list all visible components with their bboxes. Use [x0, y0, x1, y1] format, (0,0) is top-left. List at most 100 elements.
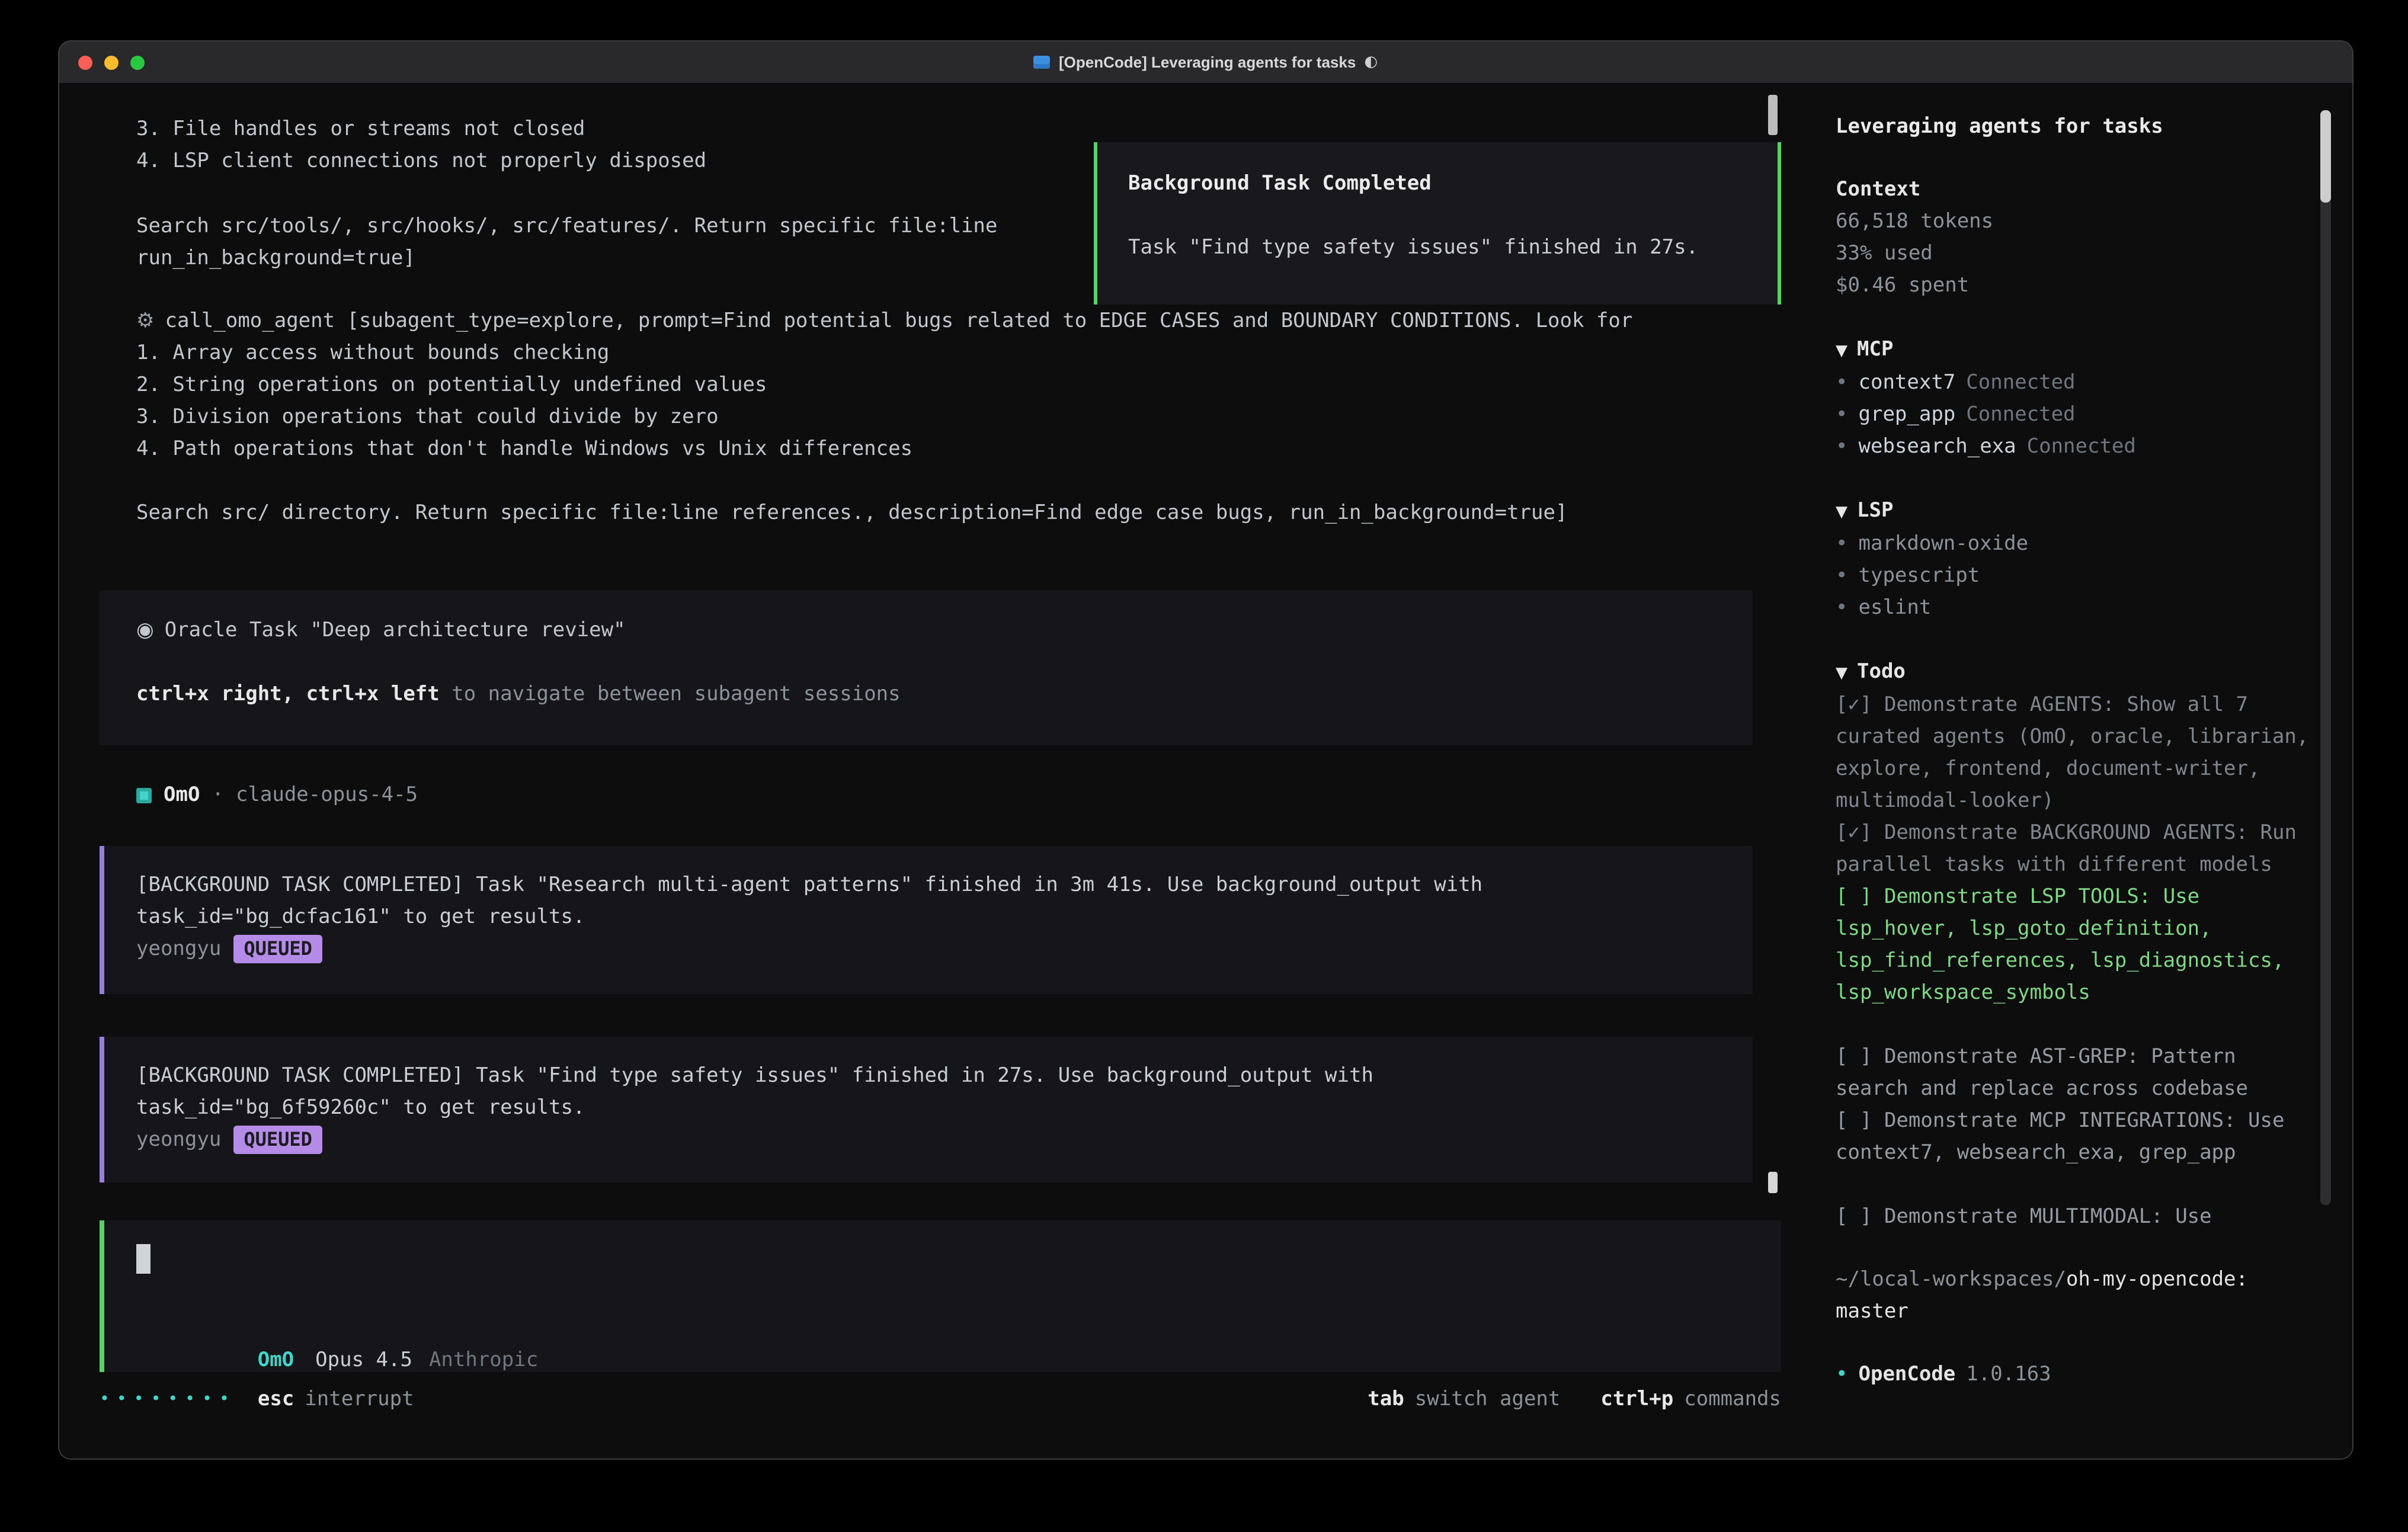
- esc-hint: esc interrupt: [258, 1384, 414, 1416]
- message-line: [BACKGROUND TASK COMPLETED] Task "Resear…: [136, 870, 1753, 902]
- transcript-line: run_in_background=true]: [136, 243, 997, 275]
- todo-item: [✓] Demonstrate AGENTS: Show all 7 curat…: [1836, 690, 2310, 818]
- todo-checkbox: [✓]: [1836, 821, 1872, 845]
- message-line: task_id="bg_dcfac161" to get results.: [136, 902, 1753, 934]
- tool-call-item: 4. Path operations that don't handle Win…: [136, 434, 1632, 466]
- bullet-icon: •: [1836, 564, 1848, 588]
- todo-item: [ ] Demonstrate LSP TOOLS: Use lsp_hover…: [1836, 882, 2310, 1009]
- mcp-name: grep_app: [1859, 403, 1956, 427]
- todo-checkbox: [ ]: [1836, 1109, 1872, 1133]
- oracle-task-title: ◉Oracle Task "Deep architecture review": [136, 615, 1753, 647]
- todo-text: Demonstrate MULTIMODAL: Use: [1884, 1205, 2212, 1229]
- esc-key: esc: [258, 1387, 294, 1411]
- text-cursor: [136, 1244, 150, 1274]
- background-task-toast: Background Task Completed Task "Find typ…: [1094, 142, 1781, 305]
- chevron-down-icon: ▼: [1836, 342, 1847, 360]
- agent-header: OmO · claude-opus-4-5: [136, 780, 418, 812]
- sidebar-scrollbar-track[interactable]: [2320, 110, 2331, 1205]
- sidebar-scrollbar-thumb[interactable]: [2320, 110, 2331, 203]
- lsp-section-header[interactable]: ▼LSP: [1836, 495, 2310, 528]
- sidebar: Leveraging agents for tasks Context 66,5…: [1812, 85, 2352, 1459]
- agent-model: claude-opus-4-5: [236, 780, 418, 812]
- tool-call-item: 2. String operations on potentially unde…: [136, 370, 1632, 402]
- window-app-icon: [1034, 56, 1051, 69]
- chevron-down-icon: ▼: [1836, 665, 1847, 682]
- lsp-name: eslint: [1859, 596, 1932, 620]
- lsp-item: • markdown-oxide: [1836, 528, 2310, 560]
- status-bar: •••••••• escinterrupt tabswitch agent ct…: [100, 1384, 1781, 1416]
- input-model: Opus 4.5: [315, 1348, 412, 1372]
- commands-hint: ctrl+p commands: [1600, 1384, 1781, 1416]
- bullet-icon: •: [1836, 596, 1848, 620]
- context-header: Context: [1836, 174, 2310, 206]
- toast-title: Background Task Completed: [1128, 168, 1747, 200]
- lsp-item: • eslint: [1836, 592, 2310, 624]
- mcp-name: websearch_exa: [1859, 435, 2016, 459]
- transcript-block-pre: 3. File handles or streams not closed 4.…: [136, 114, 706, 178]
- mcp-item: •context7Connected: [1836, 367, 2310, 399]
- mcp-name: context7: [1859, 371, 1956, 395]
- workspace-dir: ~/local-workspaces/: [1836, 1268, 2066, 1291]
- bullet-icon: •: [1836, 1363, 1848, 1386]
- main-scrollbar-thumb[interactable]: [1768, 95, 1778, 135]
- tab-label: switch agent: [1415, 1387, 1561, 1411]
- mcp-status: Connected: [2027, 435, 2136, 459]
- context-spent: $0.46 spent: [1836, 270, 2310, 302]
- app-version-footer: •OpenCode1.0.163: [1836, 1359, 2310, 1391]
- transcript-line: 4. LSP client connections not properly d…: [136, 146, 706, 178]
- agent-name: OmO: [164, 780, 200, 812]
- todo-text: Demonstrate AGENTS: Show all 7 curated a…: [1836, 693, 2308, 813]
- hint-keys: ctrl+x right, ctrl+x left: [136, 682, 440, 706]
- bullet-icon: •: [1836, 435, 1848, 459]
- bullet-icon: •: [1836, 371, 1848, 395]
- terminal-body: 3. File handles or streams not closed 4.…: [59, 85, 2352, 1459]
- message-line: task_id="bg_6f59260c" to get results.: [136, 1092, 1753, 1124]
- main-scrollbar-thumb-bottom[interactable]: [1768, 1172, 1778, 1193]
- bullet-icon: •: [1836, 532, 1848, 556]
- screen: [OpenCode] Leveraging agents for tasks ◐…: [0, 0, 2408, 1532]
- gear-icon: ⚙: [136, 309, 155, 333]
- message-card: [BACKGROUND TASK COMPLETED] Task "Resear…: [100, 846, 1753, 994]
- transcript-block-search: Search src/tools/, src/hooks/, src/featu…: [136, 211, 997, 275]
- fisheye-icon: ◉: [136, 618, 154, 642]
- message-user: yeongyu: [136, 937, 221, 961]
- todo-checkbox: [ ]: [1836, 1045, 1872, 1069]
- todo-item: [ ] Demonstrate AST-GREP: Pattern search…: [1836, 1041, 2310, 1105]
- dark-mode-icon: ◐: [1364, 53, 1378, 71]
- esc-label: interrupt: [305, 1387, 414, 1411]
- todo-checkbox: [ ]: [1836, 1205, 1872, 1229]
- toast-body: Task "Find type safety issues" finished …: [1128, 232, 1747, 264]
- tool-call-tail: Search src/ directory. Return specific f…: [136, 498, 1567, 530]
- status-right: tabswitch agent ctrl+pcommands: [1368, 1384, 1781, 1416]
- lsp-header-label: LSP: [1857, 499, 1893, 523]
- todo-text: Demonstrate LSP TOOLS: Use lsp_hover, ls…: [1836, 885, 2284, 1005]
- transcript-line: Search src/tools/, src/hooks/, src/featu…: [136, 211, 997, 243]
- ctrl-p-key: ctrl+p: [1600, 1387, 1673, 1411]
- close-window-button[interactable]: [78, 56, 92, 70]
- mcp-header-label: MCP: [1857, 338, 1893, 361]
- context-tokens: 66,518 tokens: [1836, 206, 2310, 238]
- mcp-item: • websearch_exa Connected: [1836, 431, 2310, 463]
- workspace-path: ~/local-workspaces/oh-my-opencode: maste…: [1836, 1264, 2310, 1328]
- commands-label: commands: [1684, 1387, 1781, 1411]
- mcp-section-header[interactable]: ▼ MCP: [1836, 334, 2310, 367]
- todo-text: Demonstrate MCP INTEGRATIONS: Use contex…: [1836, 1109, 2284, 1165]
- zoom-window-button[interactable]: [130, 56, 145, 70]
- oracle-task-panel: ◉Oracle Task "Deep architecture review" …: [100, 590, 1753, 745]
- status-badge: QUEUED: [233, 1126, 323, 1154]
- tool-call-item: 1. Array access without bounds checking: [136, 338, 1632, 370]
- prompt-input[interactable]: OmOOpus 4.5Anthropic: [100, 1220, 1781, 1372]
- terminal-window: [OpenCode] Leveraging agents for tasks ◐…: [59, 41, 2352, 1459]
- message-line: [BACKGROUND TASK COMPLETED] Task "Find t…: [136, 1060, 1753, 1092]
- oracle-hint: ctrl+x right, ctrl+x left to navigate be…: [136, 679, 1753, 711]
- bullet-icon: •: [1836, 403, 1848, 427]
- tool-call-item: 3. Division operations that could divide…: [136, 402, 1632, 434]
- todo-checkbox: [✓]: [1836, 693, 1872, 717]
- separator-dot: ·: [212, 780, 224, 812]
- minimize-window-button[interactable]: [104, 56, 119, 70]
- session-title: Leveraging agents for tasks: [1836, 111, 2310, 143]
- transcript-line: 3. File handles or streams not closed: [136, 114, 706, 146]
- titlebar: [OpenCode] Leveraging agents for tasks ◐: [59, 41, 2352, 84]
- todo-section-header[interactable]: ▼Todo: [1836, 656, 2310, 690]
- lsp-name: markdown-oxide: [1859, 532, 2029, 556]
